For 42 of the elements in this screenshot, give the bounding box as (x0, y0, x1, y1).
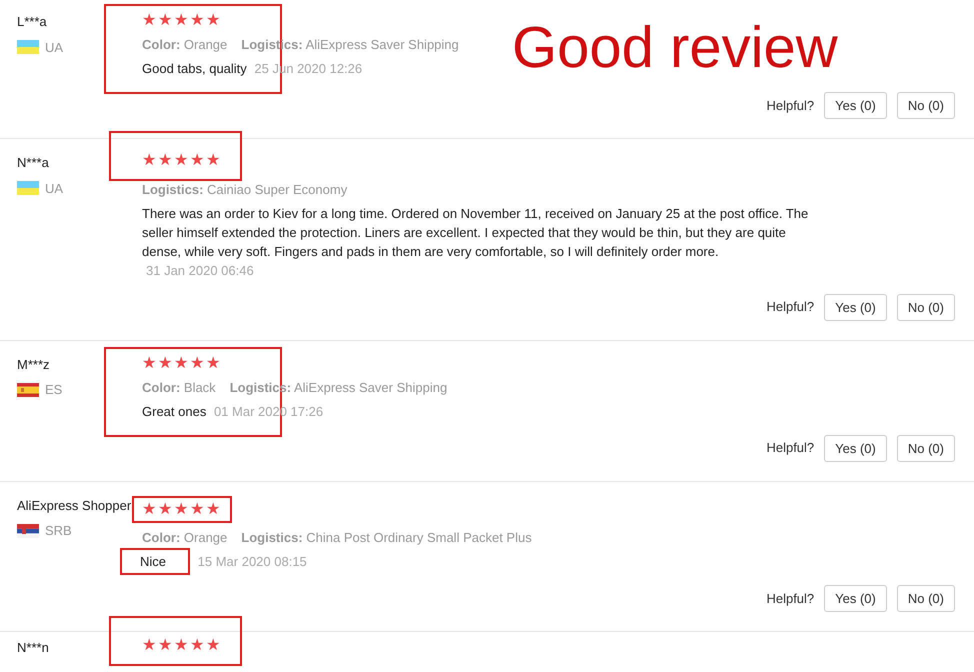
country-code: SRB (45, 522, 72, 540)
review-attribute: Color: Orange (142, 36, 228, 54)
yes-button[interactable]: Yes (0) (824, 294, 887, 320)
star-rating: ★★★★★ (142, 354, 221, 372)
no-button[interactable]: No (0) (896, 92, 955, 119)
annotation-title: Good review (512, 16, 838, 80)
review-text: Great ones (142, 404, 206, 418)
reviewer-name: N***a (17, 154, 49, 172)
star-rating: ★★★★★ (142, 500, 220, 518)
helpful-label: Helpful? (766, 590, 814, 608)
yes-button[interactable]: Yes (0) (824, 585, 887, 612)
flag-icon (17, 181, 39, 196)
yes-button[interactable]: Yes (0) (824, 434, 887, 462)
review-text: Good tabs, quality (142, 61, 247, 76)
reviewer-name: L***a (17, 13, 47, 31)
review-date: 15 Mar 2020 08:15 (198, 554, 307, 569)
review-attribute: Logistics: China Post Ordinary Small Packet Plus (241, 529, 532, 547)
no-button[interactable]: No (0) (896, 434, 955, 462)
review-date: 31 Jan 2020 06:46 (146, 262, 254, 278)
star-rating: ★★★★★ (142, 12, 221, 30)
helpful-label: Helpful? (766, 298, 814, 316)
review-text: Nice (140, 554, 166, 569)
no-button[interactable]: No (0) (896, 294, 955, 320)
flag-icon (17, 524, 39, 538)
reviewer-name: N***n (17, 639, 49, 657)
reviewer-name: M***z (17, 356, 50, 374)
reviewer-name: AliExpress Shopper (17, 496, 132, 514)
no-button[interactable]: No (0) (896, 585, 955, 612)
flag-icon (17, 382, 39, 397)
flag-icon (17, 40, 39, 54)
review-attribute: Color: Orange (142, 529, 228, 547)
star-rating: ★★★★★ (142, 637, 220, 655)
review-text: There was an order to Kiev for a long time. Ordered on November 11, received on January 25 at the post office. The seller himself extended the protection. Liners are excellent. I expected that they would be thin, but they are quite dense, while very soft. Fingers and pads in them are very comfortable, so I will definitely order more. (142, 206, 808, 258)
helpful-label: Helpful? (766, 439, 814, 458)
country-code: ES (45, 381, 62, 399)
star-rating: ★★★★★ (142, 152, 220, 170)
review-attribute: Color: Black (142, 378, 216, 396)
country-code: UA (45, 38, 64, 56)
helpful-label: Helpful? (766, 96, 814, 115)
review-attribute: Logistics: Cainiao Super Economy (142, 180, 348, 198)
yes-button[interactable]: Yes (0) (824, 92, 887, 119)
country-code: UA (45, 180, 64, 198)
